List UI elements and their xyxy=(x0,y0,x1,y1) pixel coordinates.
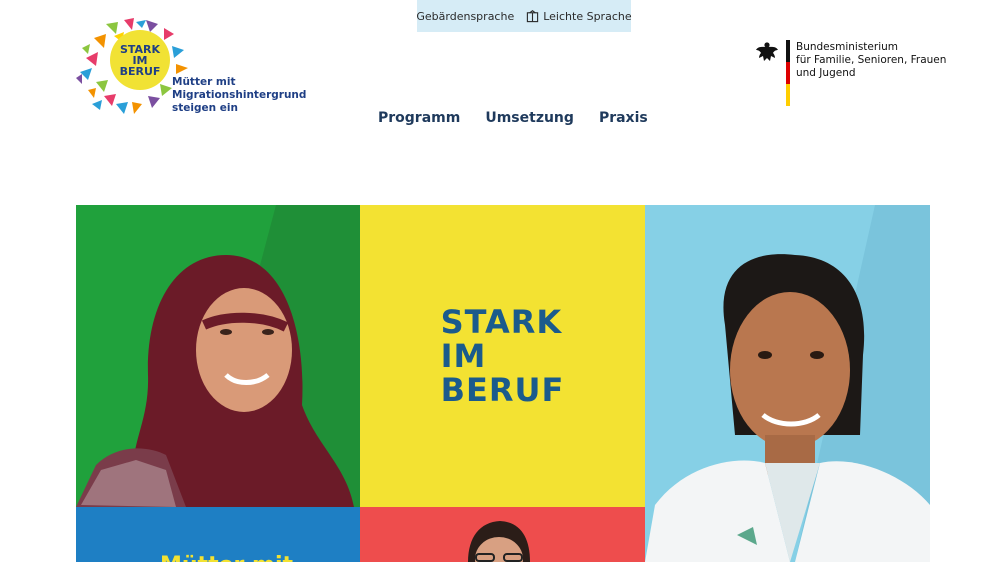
logo-circle: STARK IM BERUF xyxy=(110,30,170,90)
ministry-line-2: für Familie, Senioren, Frauen xyxy=(796,54,947,66)
person-portrait-partial xyxy=(468,521,530,562)
woman-portrait xyxy=(645,205,930,562)
tile-blue: Mütter mit xyxy=(76,507,360,562)
easy-language-link[interactable]: Leichte Sprache xyxy=(526,9,632,23)
tile-lightblue-portrait xyxy=(645,205,930,562)
sign-language-label: Gebärdensprache xyxy=(416,9,515,23)
hero-title-line-3: BERUF xyxy=(440,371,565,409)
ministry-line-1: Bundesministerium xyxy=(796,41,898,53)
tile-red-portrait xyxy=(360,507,645,562)
nav-umsetzung[interactable]: Umsetzung xyxy=(485,110,574,126)
hero-title: STARK IM BERUF xyxy=(441,305,565,407)
book-icon xyxy=(527,9,539,22)
logo-text-1: STARK xyxy=(119,42,161,56)
ministry-logo[interactable]: Bundesministerium für Familie, Senioren,… xyxy=(755,40,946,108)
easy-language-label: Leichte Sprache xyxy=(543,9,632,23)
logo-text-3: BERUF xyxy=(119,64,161,78)
stark-im-beruf-logo[interactable]: STARK IM BERUF Mütter mit Migrationshint… xyxy=(76,18,306,118)
accessibility-bar: Gebärdensprache Leichte Sprache xyxy=(416,0,632,32)
tile-yellow-title: STARK IM BERUF xyxy=(360,205,645,507)
logo-tag-line-2: Migrationshintergrund xyxy=(172,89,307,101)
logo-tag-line-3: steigen ein xyxy=(172,102,238,114)
woman-headscarf-portrait xyxy=(76,205,360,507)
hero-title-line-1: STARK xyxy=(440,303,563,341)
nav-programm[interactable]: Programm xyxy=(378,110,460,126)
german-flag-bar xyxy=(786,40,790,106)
main-navigation: Programm Umsetzung Praxis xyxy=(378,110,648,126)
ministry-line-3: und Jugend xyxy=(796,67,856,79)
hero-tiles: STARK IM BERUF Mütter mit xyxy=(76,205,930,562)
tile-heading: Mütter mit xyxy=(160,553,293,562)
hero-title-line-2: IM xyxy=(440,337,487,375)
logo-tag-line-1: Mütter mit xyxy=(172,76,236,88)
ministry-name: Bundesministerium für Familie, Senioren,… xyxy=(796,40,946,108)
logo-text-2: IM xyxy=(132,53,148,67)
nav-praxis[interactable]: Praxis xyxy=(599,110,648,126)
federal-eagle-icon xyxy=(756,42,778,61)
tile-green-portrait xyxy=(76,205,360,507)
sign-language-link[interactable]: Gebärdensprache xyxy=(416,10,514,23)
logo-tagline: Mütter mit Migrationshintergrund steigen… xyxy=(172,76,306,115)
